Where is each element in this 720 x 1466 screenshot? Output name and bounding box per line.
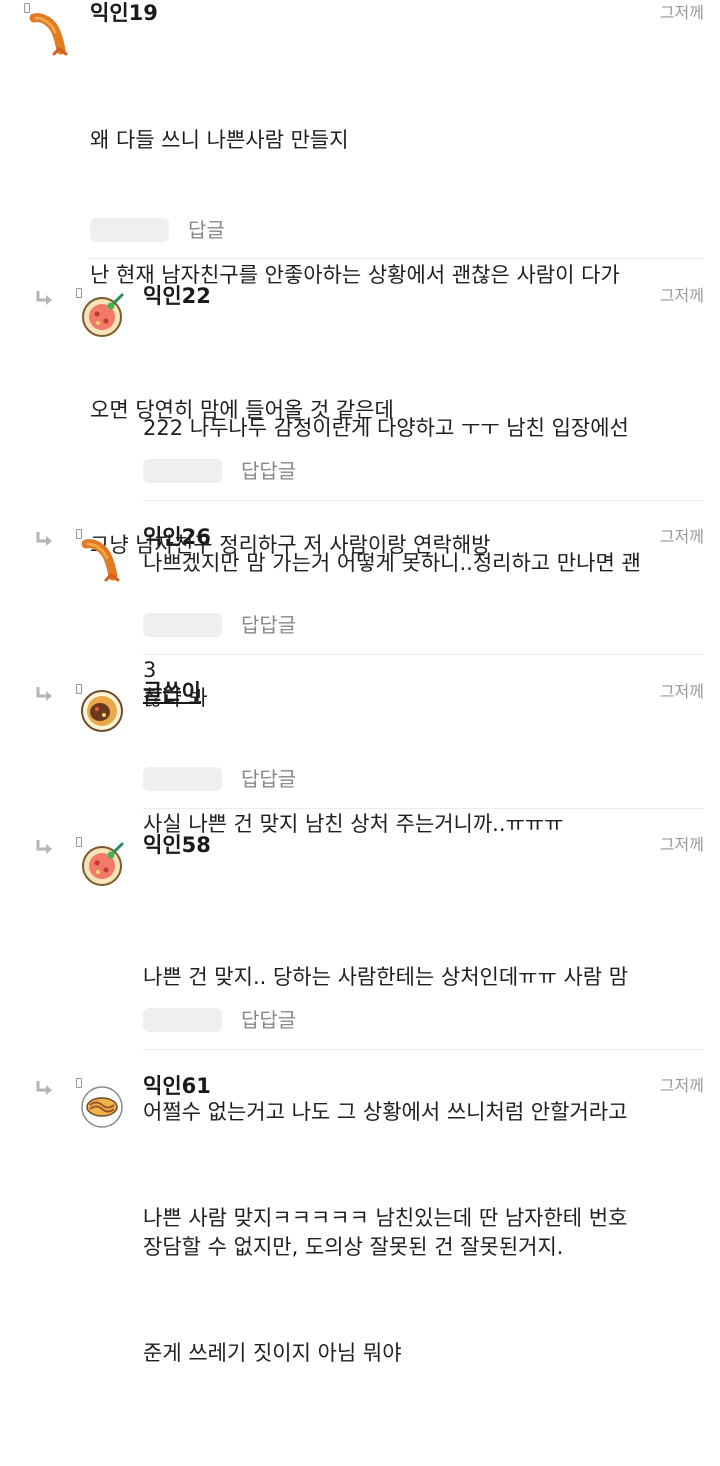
- comment-author[interactable]: 익인26: [143, 524, 211, 550]
- comment-line: 준게 쓰레기 짓이지 아님 뭐야: [143, 1341, 402, 1365]
- comment-time: 그저께: [659, 682, 704, 701]
- comment-item: 글쓴이 그저께 사실 나쁜 건 맞지 남친 상처 주는거니까..ㅠㅠㅠ 답답글: [0, 679, 720, 836]
- comment-text: 나쁜 사람 맞지ㅋㅋㅋㅋㅋ 남친있는데 딴 남자한테 번호 준게 쓰레기 짓이지…: [143, 1106, 627, 1466]
- reaction-placeholder[interactable]: [143, 1008, 222, 1032]
- shrimp-icon: [81, 539, 120, 582]
- comment-item: 익인26 그저께 3 답답글: [0, 524, 720, 682]
- comment-time: 그저께: [659, 835, 704, 854]
- comment-author[interactable]: 익인58: [143, 832, 211, 858]
- comment-line: 왜 다들 쓰니 나쁜사람 만들지: [90, 128, 349, 152]
- reply-arrow-icon: [36, 1081, 52, 1095]
- reply-arrow-icon: [36, 291, 52, 305]
- reply-button[interactable]: 답답글: [241, 458, 296, 484]
- reply-row: 답답글: [143, 613, 343, 639]
- comment-item: 익인58 그저께 나쁜 건 맞지.. 당하는 사람한테는 상처인데ㅠㅠ 사람 맘…: [0, 832, 720, 1259]
- reply-arrow-icon: [36, 532, 52, 546]
- reaction-placeholder[interactable]: [143, 767, 222, 791]
- comment-time: 그저께: [659, 527, 704, 546]
- comment-author[interactable]: 익인61: [143, 1073, 211, 1099]
- reply-arrow-icon: [36, 687, 52, 701]
- pizza-icon: [82, 293, 124, 337]
- comment-time: 그저께: [659, 1076, 704, 1095]
- divider: [90, 258, 704, 259]
- comment-time: 그저께: [659, 286, 704, 305]
- reaction-placeholder[interactable]: [143, 459, 222, 483]
- pizza-icon: [82, 842, 124, 886]
- reply-row: 답답글: [143, 1008, 343, 1034]
- reply-button[interactable]: 답답글: [241, 766, 296, 792]
- divider: [143, 500, 704, 501]
- comment-item: 익인61 그저께 나쁜 사람 맞지ㅋㅋㅋㅋㅋ 남친있는데 딴 남자한테 번호 준…: [0, 1073, 720, 1365]
- shrimp-icon: [29, 13, 68, 56]
- comment-author[interactable]: 익인22: [143, 283, 211, 309]
- comment-line: 222 나두나두 감정이란게 다양하고 ㅜㅜ 남친 입장에선: [143, 416, 629, 440]
- comment-author[interactable]: 익인19: [90, 0, 158, 26]
- divider: [143, 808, 704, 809]
- reply-row: 답글: [90, 218, 290, 244]
- divider: [143, 654, 704, 655]
- comment-item: 익인22 그저께 222 나두나두 감정이란게 다양하고 ㅜㅜ 남친 입장에선 …: [0, 283, 720, 710]
- divider: [143, 1049, 704, 1050]
- comment-line: 나쁜 사람 맞지ㅋㅋㅋㅋㅋ 남친있는데 딴 남자한테 번호: [143, 1206, 628, 1230]
- curry-icon: [81, 690, 123, 732]
- comment-line: 나쁜 건 맞지.. 당하는 사람한테는 상처인데ㅠㅠ 사람 맘: [143, 965, 629, 989]
- comment-author[interactable]: 글쓴이: [143, 679, 201, 705]
- reaction-placeholder[interactable]: [90, 218, 169, 242]
- reaction-placeholder[interactable]: [143, 613, 222, 637]
- comment-item: 익인19 그저께 왜 다들 쓰니 나쁜사람 만들지 난 현재 남자친구를 안좋아…: [0, 0, 720, 557]
- reply-button[interactable]: 답글: [188, 217, 225, 243]
- reply-arrow-icon: [36, 840, 52, 854]
- comment-time: 그저께: [659, 3, 704, 22]
- reply-button[interactable]: 답답글: [241, 1007, 296, 1033]
- taco-icon: [81, 1086, 123, 1128]
- reply-button[interactable]: 답답글: [241, 612, 296, 638]
- reply-row: 답답글: [143, 459, 343, 485]
- reply-row: 답답글: [143, 767, 343, 793]
